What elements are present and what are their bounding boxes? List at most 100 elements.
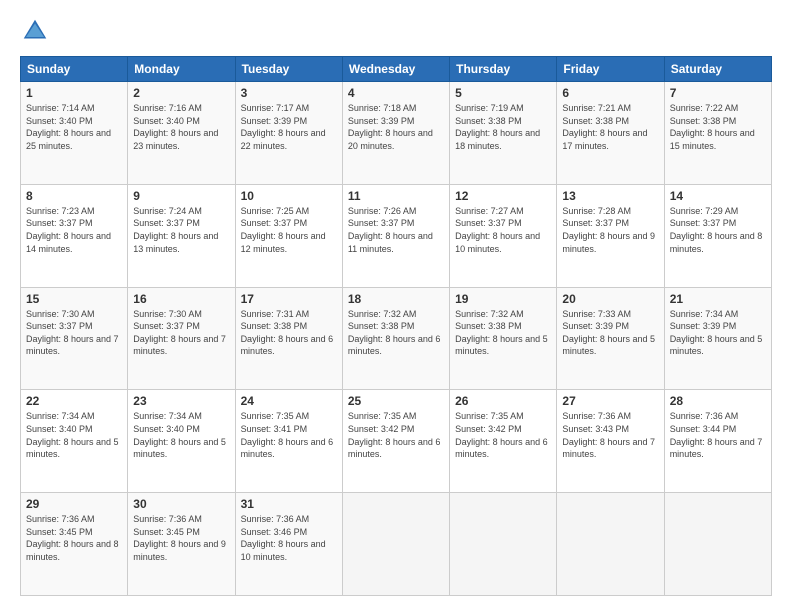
calendar-day-cell: 31 Sunrise: 7:36 AM Sunset: 3:46 PM Dayl… [235,493,342,596]
day-info: Sunrise: 7:33 AM Sunset: 3:39 PM Dayligh… [562,308,658,358]
day-info: Sunrise: 7:36 AM Sunset: 3:46 PM Dayligh… [241,513,337,563]
calendar-day-cell: 21 Sunrise: 7:34 AM Sunset: 3:39 PM Dayl… [664,287,771,390]
calendar-day-cell: 29 Sunrise: 7:36 AM Sunset: 3:45 PM Dayl… [21,493,128,596]
day-number: 28 [670,394,766,408]
weekday-header: Thursday [450,57,557,82]
calendar-day-cell: 18 Sunrise: 7:32 AM Sunset: 3:38 PM Dayl… [342,287,449,390]
calendar-day-cell: 5 Sunrise: 7:19 AM Sunset: 3:38 PM Dayli… [450,82,557,185]
calendar-week-row: 8 Sunrise: 7:23 AM Sunset: 3:37 PM Dayli… [21,184,772,287]
day-number: 13 [562,189,658,203]
day-info: Sunrise: 7:17 AM Sunset: 3:39 PM Dayligh… [241,102,337,152]
day-info: Sunrise: 7:16 AM Sunset: 3:40 PM Dayligh… [133,102,229,152]
day-info: Sunrise: 7:36 AM Sunset: 3:45 PM Dayligh… [26,513,122,563]
header [20,16,772,46]
calendar-day-cell: 12 Sunrise: 7:27 AM Sunset: 3:37 PM Dayl… [450,184,557,287]
day-number: 19 [455,292,551,306]
calendar-day-cell: 16 Sunrise: 7:30 AM Sunset: 3:37 PM Dayl… [128,287,235,390]
day-number: 1 [26,86,122,100]
day-number: 3 [241,86,337,100]
calendar-day-cell: 26 Sunrise: 7:35 AM Sunset: 3:42 PM Dayl… [450,390,557,493]
calendar-day-cell: 15 Sunrise: 7:30 AM Sunset: 3:37 PM Dayl… [21,287,128,390]
day-info: Sunrise: 7:35 AM Sunset: 3:42 PM Dayligh… [348,410,444,460]
day-number: 4 [348,86,444,100]
day-number: 9 [133,189,229,203]
calendar-day-cell: 7 Sunrise: 7:22 AM Sunset: 3:38 PM Dayli… [664,82,771,185]
calendar-week-row: 22 Sunrise: 7:34 AM Sunset: 3:40 PM Dayl… [21,390,772,493]
day-info: Sunrise: 7:36 AM Sunset: 3:45 PM Dayligh… [133,513,229,563]
calendar-day-cell: 23 Sunrise: 7:34 AM Sunset: 3:40 PM Dayl… [128,390,235,493]
weekday-header: Monday [128,57,235,82]
day-info: Sunrise: 7:23 AM Sunset: 3:37 PM Dayligh… [26,205,122,255]
day-number: 14 [670,189,766,203]
day-info: Sunrise: 7:35 AM Sunset: 3:42 PM Dayligh… [455,410,551,460]
day-info: Sunrise: 7:30 AM Sunset: 3:37 PM Dayligh… [26,308,122,358]
day-info: Sunrise: 7:32 AM Sunset: 3:38 PM Dayligh… [348,308,444,358]
calendar-day-cell: 4 Sunrise: 7:18 AM Sunset: 3:39 PM Dayli… [342,82,449,185]
day-info: Sunrise: 7:27 AM Sunset: 3:37 PM Dayligh… [455,205,551,255]
weekday-header: Sunday [21,57,128,82]
day-number: 16 [133,292,229,306]
day-info: Sunrise: 7:28 AM Sunset: 3:37 PM Dayligh… [562,205,658,255]
calendar-day-cell: 10 Sunrise: 7:25 AM Sunset: 3:37 PM Dayl… [235,184,342,287]
day-number: 21 [670,292,766,306]
day-number: 10 [241,189,337,203]
day-number: 25 [348,394,444,408]
day-number: 29 [26,497,122,511]
day-number: 26 [455,394,551,408]
day-info: Sunrise: 7:24 AM Sunset: 3:37 PM Dayligh… [133,205,229,255]
weekday-header: Friday [557,57,664,82]
day-number: 27 [562,394,658,408]
day-number: 5 [455,86,551,100]
calendar-week-row: 15 Sunrise: 7:30 AM Sunset: 3:37 PM Dayl… [21,287,772,390]
day-number: 2 [133,86,229,100]
calendar-day-cell [664,493,771,596]
weekday-header: Tuesday [235,57,342,82]
day-info: Sunrise: 7:34 AM Sunset: 3:39 PM Dayligh… [670,308,766,358]
calendar-day-cell: 27 Sunrise: 7:36 AM Sunset: 3:43 PM Dayl… [557,390,664,493]
calendar-day-cell: 8 Sunrise: 7:23 AM Sunset: 3:37 PM Dayli… [21,184,128,287]
day-info: Sunrise: 7:25 AM Sunset: 3:37 PM Dayligh… [241,205,337,255]
day-number: 8 [26,189,122,203]
day-info: Sunrise: 7:34 AM Sunset: 3:40 PM Dayligh… [133,410,229,460]
day-info: Sunrise: 7:14 AM Sunset: 3:40 PM Dayligh… [26,102,122,152]
weekday-header: Saturday [664,57,771,82]
calendar-week-row: 29 Sunrise: 7:36 AM Sunset: 3:45 PM Dayl… [21,493,772,596]
day-number: 17 [241,292,337,306]
calendar-day-cell [342,493,449,596]
day-number: 7 [670,86,766,100]
weekday-header: Wednesday [342,57,449,82]
calendar-day-cell: 28 Sunrise: 7:36 AM Sunset: 3:44 PM Dayl… [664,390,771,493]
day-number: 22 [26,394,122,408]
calendar-day-cell: 17 Sunrise: 7:31 AM Sunset: 3:38 PM Dayl… [235,287,342,390]
day-info: Sunrise: 7:26 AM Sunset: 3:37 PM Dayligh… [348,205,444,255]
calendar-day-cell: 20 Sunrise: 7:33 AM Sunset: 3:39 PM Dayl… [557,287,664,390]
calendar-day-cell: 3 Sunrise: 7:17 AM Sunset: 3:39 PM Dayli… [235,82,342,185]
page: SundayMondayTuesdayWednesdayThursdayFrid… [0,0,792,612]
day-info: Sunrise: 7:29 AM Sunset: 3:37 PM Dayligh… [670,205,766,255]
day-number: 23 [133,394,229,408]
calendar-day-cell [450,493,557,596]
day-number: 18 [348,292,444,306]
calendar-day-cell: 2 Sunrise: 7:16 AM Sunset: 3:40 PM Dayli… [128,82,235,185]
day-info: Sunrise: 7:18 AM Sunset: 3:39 PM Dayligh… [348,102,444,152]
calendar-day-cell [557,493,664,596]
calendar-day-cell: 13 Sunrise: 7:28 AM Sunset: 3:37 PM Dayl… [557,184,664,287]
day-info: Sunrise: 7:32 AM Sunset: 3:38 PM Dayligh… [455,308,551,358]
calendar-week-row: 1 Sunrise: 7:14 AM Sunset: 3:40 PM Dayli… [21,82,772,185]
calendar-day-cell: 30 Sunrise: 7:36 AM Sunset: 3:45 PM Dayl… [128,493,235,596]
day-number: 24 [241,394,337,408]
calendar-day-cell: 9 Sunrise: 7:24 AM Sunset: 3:37 PM Dayli… [128,184,235,287]
day-number: 15 [26,292,122,306]
calendar-day-cell: 1 Sunrise: 7:14 AM Sunset: 3:40 PM Dayli… [21,82,128,185]
calendar-day-cell: 22 Sunrise: 7:34 AM Sunset: 3:40 PM Dayl… [21,390,128,493]
calendar-day-cell: 24 Sunrise: 7:35 AM Sunset: 3:41 PM Dayl… [235,390,342,493]
day-info: Sunrise: 7:30 AM Sunset: 3:37 PM Dayligh… [133,308,229,358]
day-info: Sunrise: 7:36 AM Sunset: 3:44 PM Dayligh… [670,410,766,460]
day-number: 31 [241,497,337,511]
day-number: 30 [133,497,229,511]
calendar-day-cell: 11 Sunrise: 7:26 AM Sunset: 3:37 PM Dayl… [342,184,449,287]
logo-icon [20,16,50,46]
day-info: Sunrise: 7:21 AM Sunset: 3:38 PM Dayligh… [562,102,658,152]
weekday-header-row: SundayMondayTuesdayWednesdayThursdayFrid… [21,57,772,82]
day-number: 20 [562,292,658,306]
